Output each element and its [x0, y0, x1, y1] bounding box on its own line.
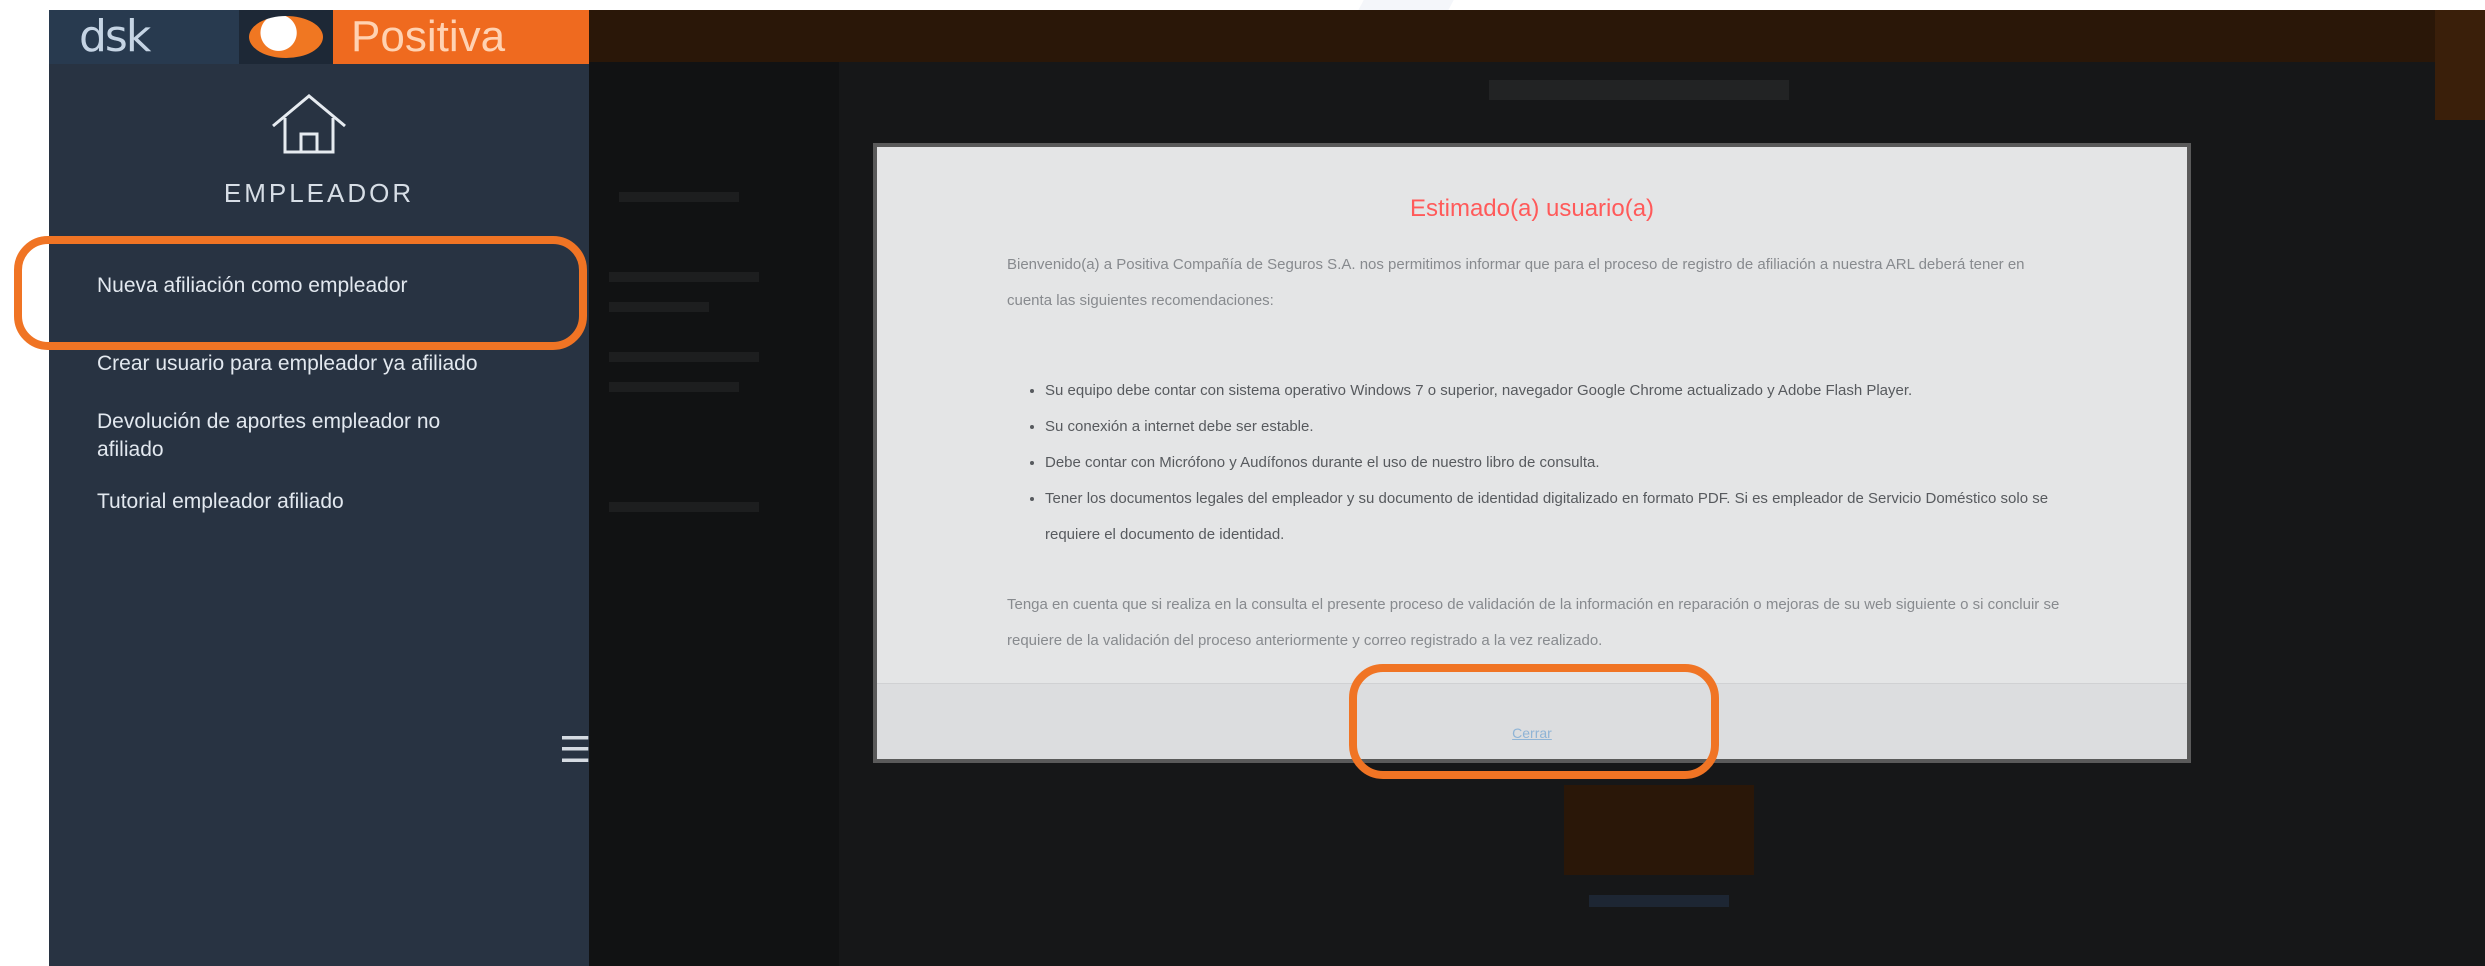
positiva-logo: Positiva [333, 10, 589, 64]
highlight-close-button [1349, 664, 1719, 779]
home-icon[interactable] [269, 90, 349, 160]
modal-title: Estimado(a) usuario(a) [1409, 195, 1655, 222]
modal-note: Tenga en cuenta que si realiza en la con… [1007, 596, 2060, 649]
main-heading [1489, 80, 1789, 100]
ghost-text [609, 352, 759, 362]
menu-item-devolucion-aportes[interactable]: Devolución de aportes empleador no afili… [97, 408, 497, 464]
sidebar: dsk Positiva EMPLEADOR Nueva afiliación … [49, 10, 591, 966]
ghost-text [609, 502, 759, 512]
ghost-text [609, 382, 739, 392]
main-edge-accent [2435, 10, 2485, 120]
main-header-bar [589, 10, 2485, 62]
menu-item-tutorial[interactable]: Tutorial empleador afiliado [97, 488, 497, 516]
main-left-column [589, 62, 839, 966]
logo-bar: dsk Positiva [49, 10, 589, 64]
list-item: Tener los documentos legales del emplead… [1045, 481, 2095, 553]
list-item: Su conexión a internet debe ser estable. [1045, 409, 2095, 445]
ghost-text [619, 192, 739, 202]
positiva-logo-mark [249, 16, 323, 58]
highlight-nueva-afiliacion [14, 236, 587, 350]
ghost-text [609, 272, 759, 282]
list-item: Su equipo debe contar con sistema operat… [1045, 373, 2095, 409]
menu-item-crear-usuario[interactable]: Crear usuario para empleador ya afiliado [97, 350, 497, 378]
requirements-list: Su equipo debe contar con sistema operat… [1025, 373, 2095, 553]
list-item: Debe contar con Micrófono y Audífonos du… [1045, 445, 2095, 481]
hamburger-icon[interactable]: ☰ [559, 730, 591, 770]
background-link [1589, 895, 1729, 907]
modal-intro: Bienvenido(a) a Positiva Compañía de Seg… [1007, 256, 2025, 309]
dsk-logo: dsk [49, 10, 239, 64]
background-button [1564, 785, 1754, 875]
sidebar-title: EMPLEADOR [223, 178, 415, 208]
ghost-text [609, 302, 709, 312]
